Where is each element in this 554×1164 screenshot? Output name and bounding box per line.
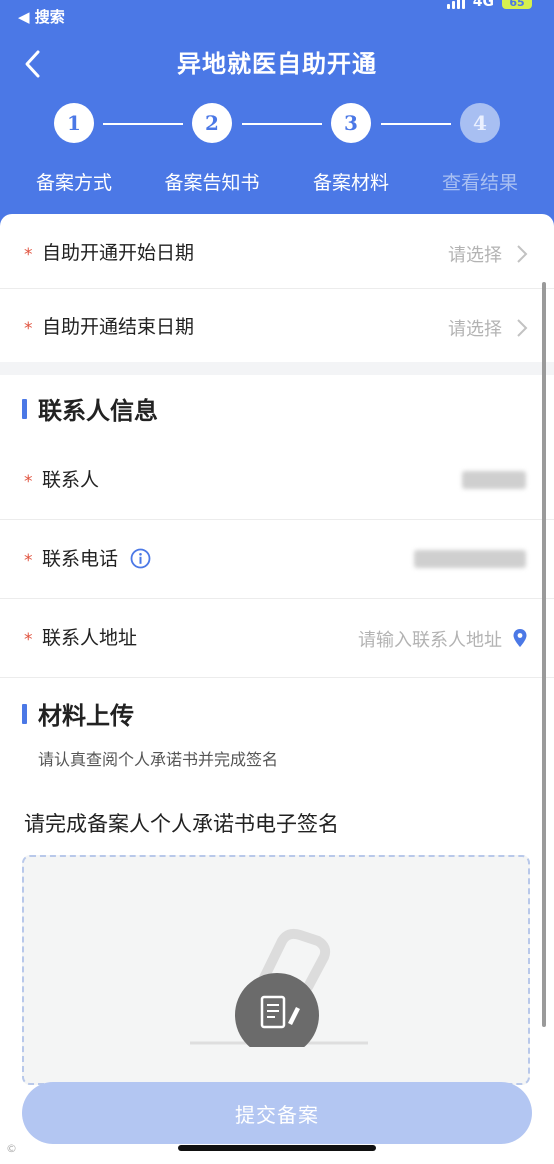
start-date-placeholder: 请选择 — [448, 245, 502, 266]
contact-phone-row[interactable]: * 联系电话 — [0, 520, 554, 599]
required-mark: * — [24, 551, 33, 571]
scrollbar[interactable] — [542, 282, 546, 1027]
end-date-placeholder: 请选择 — [448, 319, 502, 340]
contact-phone-label: 联系电话 — [42, 548, 119, 570]
step-1-circle: 1 — [54, 103, 94, 143]
required-mark: * — [24, 472, 33, 492]
battery-level: 65 — [509, 0, 525, 9]
watermark: © — [6, 1142, 17, 1155]
step-3-label: 备案材料 — [312, 172, 389, 194]
info-icon[interactable] — [130, 548, 151, 569]
end-date-row[interactable]: * 自助开通结束日期 请选择 — [0, 288, 554, 362]
upload-hint: 请认真查阅个人承诺书并完成签名 — [38, 750, 279, 769]
required-mark: * — [24, 319, 33, 339]
step-1-label: 备案方式 — [35, 172, 112, 194]
contact-card: 联系人信息 * 联系人 * 联系电话 * 联系人地址 请输入联系人地址 — [0, 375, 554, 678]
stepper: 1 2 3 4 — [0, 103, 554, 147]
contact-phone-value-redacted — [414, 550, 526, 568]
start-date-label: 自助开通开始日期 — [42, 242, 195, 264]
header: ◀ 搜索 4G 65 异地就医自助开通 1 2 3 4 备案方式 备案告知书 备… — [0, 0, 554, 230]
end-date-label: 自助开通结束日期 — [42, 316, 195, 338]
contact-address-placeholder: 请输入联系人地址 — [358, 630, 502, 651]
signature-illustration — [190, 928, 368, 1047]
location-pin-icon[interactable] — [512, 628, 528, 648]
upload-section-title: 材料上传 — [38, 702, 134, 730]
signature-title: 请完成备案人个人承诺书电子签名 — [24, 812, 339, 836]
page-title: 异地就医自助开通 — [177, 50, 377, 78]
section-accent-bar — [22, 399, 27, 419]
status-indicators: 4G 65 — [446, 0, 532, 10]
contact-name-row[interactable]: * 联系人 — [0, 441, 554, 520]
step-4-label: 查看结果 — [441, 172, 518, 194]
chevron-right-icon — [517, 319, 528, 337]
network-type: 4G — [472, 0, 494, 10]
contact-section-title: 联系人信息 — [38, 397, 158, 425]
signature-area[interactable] — [22, 855, 530, 1085]
step-4-circle: 4 — [460, 103, 500, 143]
step-connector — [242, 123, 322, 125]
step-2-circle: 2 — [192, 103, 232, 143]
step-2-label: 备案告知书 — [164, 172, 260, 194]
submit-button[interactable]: 提交备案 — [22, 1082, 532, 1144]
contact-name-value-redacted — [462, 471, 526, 489]
required-mark: * — [24, 630, 33, 650]
start-date-row[interactable]: * 自助开通开始日期 请选择 — [0, 214, 554, 289]
section-accent-bar — [22, 704, 27, 724]
step-connector — [381, 123, 451, 125]
home-indicator[interactable] — [178, 1145, 376, 1151]
required-mark: * — [24, 245, 33, 265]
chevron-right-icon — [517, 245, 528, 263]
battery-icon: 65 — [502, 0, 532, 9]
contact-name-label: 联系人 — [42, 469, 100, 491]
date-card: * 自助开通开始日期 请选择 * 自助开通结束日期 请选择 — [0, 214, 554, 362]
contact-address-label: 联系人地址 — [42, 627, 138, 649]
status-back-app[interactable]: ◀ 搜索 — [18, 6, 65, 27]
step-3-circle: 3 — [331, 103, 371, 143]
signal-icon — [446, 0, 465, 9]
step-connector — [103, 123, 183, 125]
contact-address-row[interactable]: * 联系人地址 请输入联系人地址 — [0, 599, 554, 678]
